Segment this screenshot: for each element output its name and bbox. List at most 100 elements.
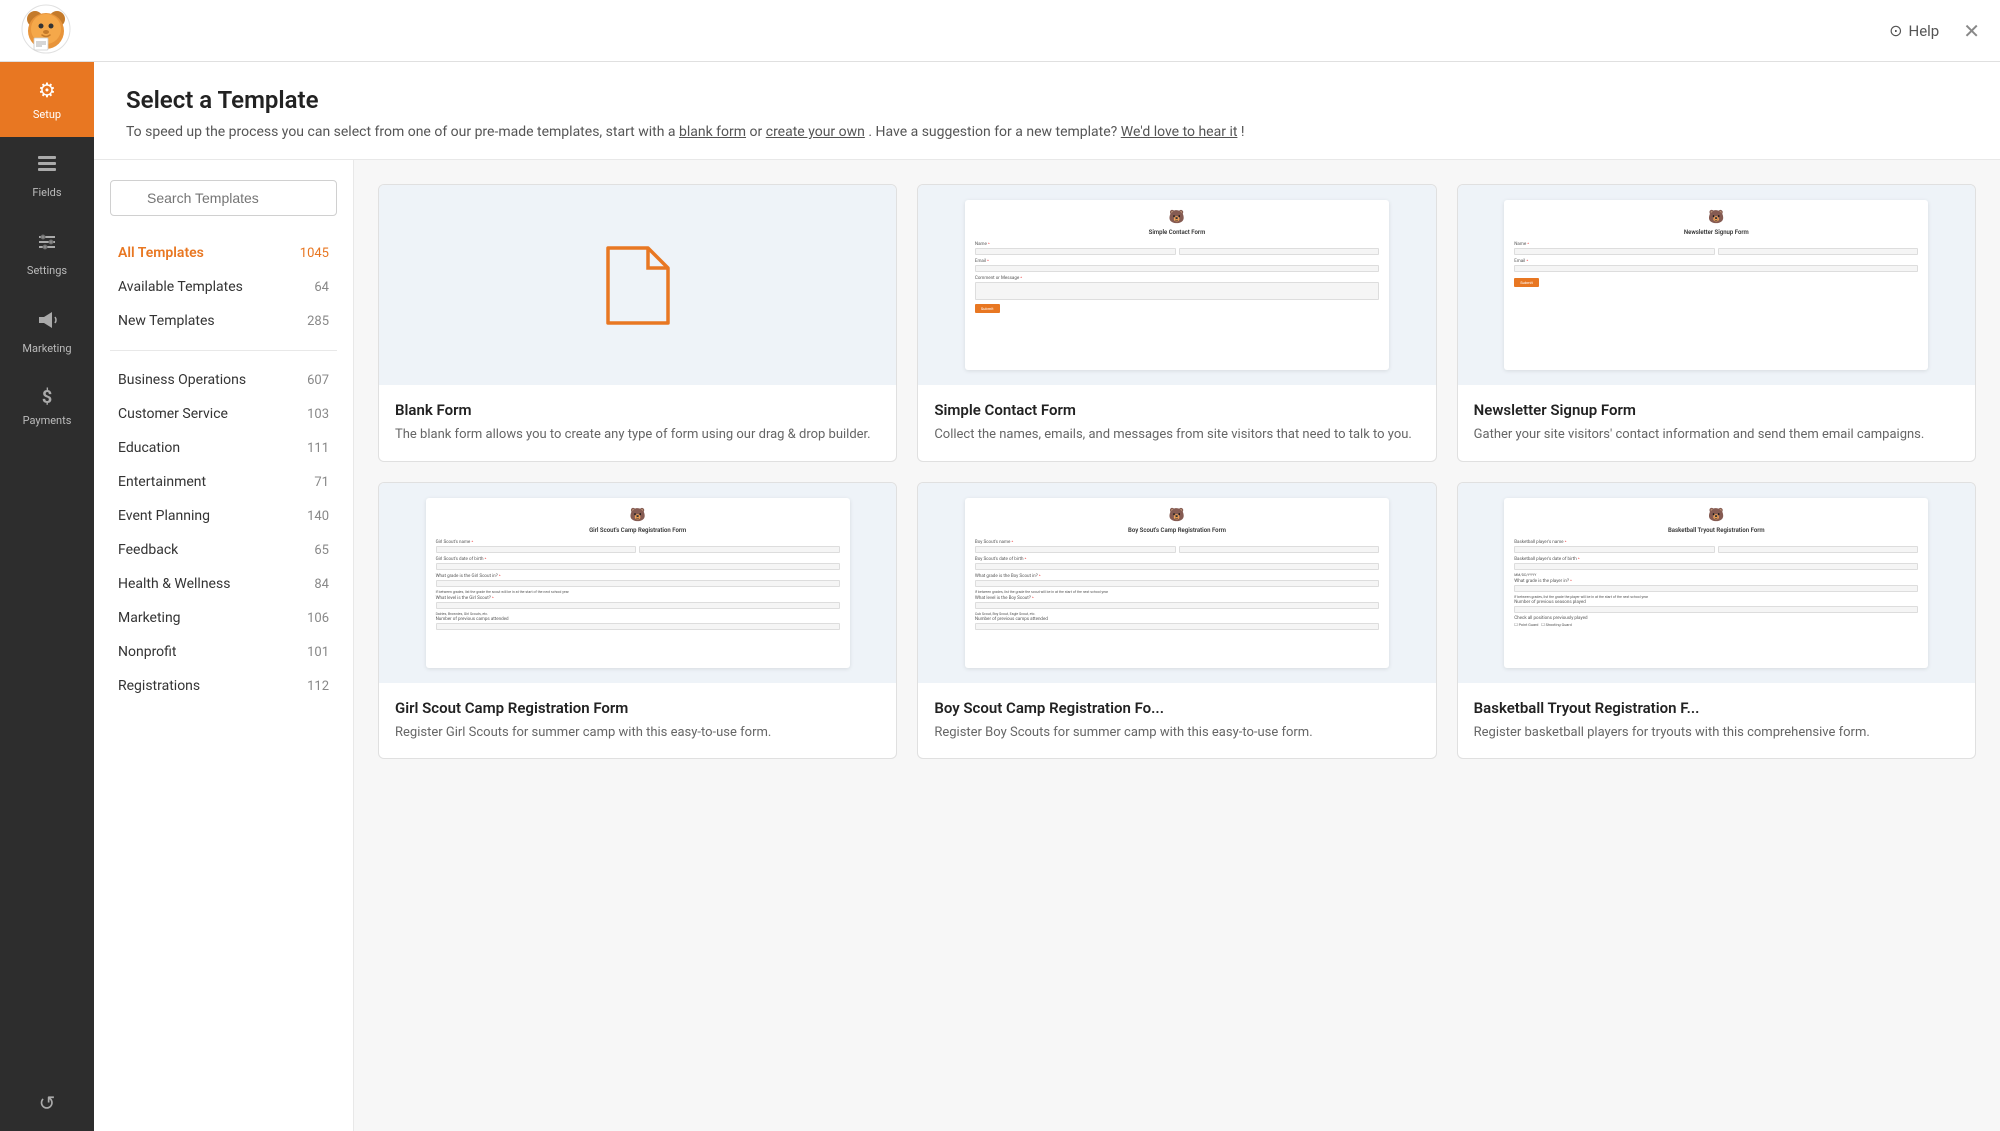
sidebar-item-marketing[interactable]: Marketing [0, 293, 94, 371]
template-preview-contact: 🐻 Simple Contact Form Name * Email * Com… [918, 185, 1435, 385]
template-preview-boyscout: 🐻 Boy Scout's Camp Registration Form Boy… [918, 483, 1435, 683]
preview-logo-newsletter: 🐻 [1514, 210, 1918, 225]
preview-logo-contact: 🐻 [975, 210, 1379, 225]
filter-available-label: Available Templates [118, 279, 243, 295]
settings-icon [36, 231, 58, 258]
page-header: Select a Template To speed up the proces… [94, 62, 2000, 160]
left-nav: ⚙ Setup Fields [0, 62, 94, 1131]
preview-title-contact: Simple Contact Form [975, 229, 1379, 236]
blank-doc-icon [603, 243, 673, 328]
help-button[interactable]: ⊙ Help [1889, 21, 1939, 40]
template-grid: Blank Form The blank form allows you to … [378, 184, 1976, 759]
category-education[interactable]: Education 111 [110, 431, 337, 465]
template-desc-blank: The blank form allows you to create any … [395, 425, 880, 445]
filter-available-templates[interactable]: Available Templates 64 [110, 270, 337, 304]
template-desc-newsletter: Gather your site visitors' contact infor… [1474, 425, 1959, 445]
category-event-label: Event Planning [118, 508, 210, 524]
nav-bottom: ↺ [0, 1075, 94, 1131]
filter-all-count: 1045 [300, 246, 329, 261]
template-name-newsletter: Newsletter Signup Form [1474, 401, 1959, 419]
category-marketing-label: Marketing [118, 610, 181, 626]
sidebar-item-settings[interactable]: Settings [0, 215, 94, 293]
template-card-blank[interactable]: Blank Form The blank form allows you to … [378, 184, 897, 462]
suggestion-link[interactable]: We'd love to hear it [1121, 124, 1238, 140]
template-card-newsletter[interactable]: 🐻 Newsletter Signup Form Name * Email * [1457, 184, 1976, 462]
gear-icon: ⚙ [38, 78, 56, 102]
template-info-newsletter: Newsletter Signup Form Gather your site … [1458, 385, 1975, 461]
blank-preview [603, 185, 673, 385]
filter-available-count: 64 [314, 280, 329, 295]
blank-form-link[interactable]: blank form [679, 124, 746, 140]
template-card-boyscout[interactable]: 🐻 Boy Scout's Camp Registration Form Boy… [917, 482, 1436, 760]
create-own-link[interactable]: create your own [766, 124, 865, 140]
sidebar-item-history[interactable]: ↺ [0, 1075, 94, 1131]
category-health[interactable]: Health & Wellness 84 [110, 567, 337, 601]
category-feedback-label: Feedback [118, 542, 178, 558]
sidebar-item-fields-label: Fields [32, 186, 61, 199]
main-layout: ⚙ Setup Fields [0, 62, 2000, 1131]
template-info-basketball: Basketball Tryout Registration F... Regi… [1458, 683, 1975, 759]
preview-title-boyscout: Boy Scout's Camp Registration Form [975, 527, 1379, 534]
category-feedback[interactable]: Feedback 65 [110, 533, 337, 567]
template-grid-area: Blank Form The blank form allows you to … [354, 160, 2000, 1131]
template-desc-basketball: Register basketball players for tryouts … [1474, 723, 1959, 743]
category-marketing-count: 106 [307, 611, 329, 626]
preview-title-basketball: Basketball Tryout Registration Form [1514, 527, 1918, 534]
filter-divider [110, 350, 337, 351]
category-entertainment-label: Entertainment [118, 474, 206, 490]
template-name-girlscout: Girl Scout Camp Registration Form [395, 699, 880, 717]
sidebar-item-settings-label: Settings [27, 264, 67, 277]
template-card-girlscout[interactable]: 🐻 Girl Scout's Camp Registration Form Gi… [378, 482, 897, 760]
template-card-contact[interactable]: 🐻 Simple Contact Form Name * Email * Com… [917, 184, 1436, 462]
category-entertainment-count: 71 [314, 475, 329, 490]
category-marketing[interactable]: Marketing 106 [110, 601, 337, 635]
sidebar-item-setup[interactable]: ⚙ Setup [0, 62, 94, 137]
subtitle-end: ! [1241, 124, 1245, 140]
category-event[interactable]: Event Planning 140 [110, 499, 337, 533]
sidebar-item-fields[interactable]: Fields [0, 137, 94, 215]
category-customer[interactable]: Customer Service 103 [110, 397, 337, 431]
close-button[interactable]: ✕ [1963, 19, 1980, 43]
fields-icon [36, 153, 58, 180]
topbar: ⊙ Help ✕ [0, 0, 2000, 62]
logo-icon [20, 3, 72, 55]
content-area: Select a Template To speed up the proces… [94, 62, 2000, 1131]
template-name-blank: Blank Form [395, 401, 880, 419]
sidebar-item-marketing-label: Marketing [22, 342, 71, 355]
category-feedback-count: 65 [314, 543, 329, 558]
category-registrations[interactable]: Registrations 112 [110, 669, 337, 703]
template-name-boyscout: Boy Scout Camp Registration Fo... [934, 699, 1419, 717]
topbar-right: ⊙ Help ✕ [1889, 19, 1980, 43]
sidebar-item-payments[interactable]: $ Payments [0, 371, 94, 443]
template-preview-newsletter: 🐻 Newsletter Signup Form Name * Email * [1458, 185, 1975, 385]
category-entertainment[interactable]: Entertainment 71 [110, 465, 337, 499]
template-info-blank: Blank Form The blank form allows you to … [379, 385, 896, 461]
search-wrapper: 🔍 [110, 180, 337, 216]
template-name-contact: Simple Contact Form [934, 401, 1419, 419]
template-name-basketball: Basketball Tryout Registration F... [1474, 699, 1959, 717]
help-circle-icon: ⊙ [1889, 21, 1902, 40]
category-nonprofit[interactable]: Nonprofit 101 [110, 635, 337, 669]
category-education-count: 111 [307, 441, 329, 456]
filter-new-templates[interactable]: New Templates 285 [110, 304, 337, 338]
template-preview-inner-newsletter: 🐻 Newsletter Signup Form Name * Email * [1504, 200, 1928, 370]
template-info-boyscout: Boy Scout Camp Registration Fo... Regist… [918, 683, 1435, 759]
subtitle-suffix: . Have a suggestion for a new template? [868, 124, 1120, 140]
category-event-count: 140 [307, 509, 329, 524]
filter-group: All Templates 1045 Available Templates 6… [110, 236, 337, 338]
preview-title-girlscout: Girl Scout's Camp Registration Form [436, 527, 840, 534]
sidebar-item-setup-label: Setup [33, 108, 61, 121]
search-input[interactable] [110, 180, 337, 216]
page-subtitle: To speed up the process you can select f… [126, 122, 1968, 143]
category-business[interactable]: Business Operations 607 [110, 363, 337, 397]
filter-all-templates[interactable]: All Templates 1045 [110, 236, 337, 270]
template-preview-blank [379, 185, 896, 385]
template-desc-boyscout: Register Boy Scouts for summer camp with… [934, 723, 1419, 743]
template-desc-contact: Collect the names, emails, and messages … [934, 425, 1419, 445]
template-card-basketball[interactable]: 🐻 Basketball Tryout Registration Form Ba… [1457, 482, 1976, 760]
template-desc-girlscout: Register Girl Scouts for summer camp wit… [395, 723, 880, 743]
preview-logo-boyscout: 🐻 [975, 508, 1379, 523]
filter-all-label: All Templates [118, 245, 204, 261]
filter-new-label: New Templates [118, 313, 215, 329]
sidebar-item-payments-label: Payments [23, 414, 72, 427]
